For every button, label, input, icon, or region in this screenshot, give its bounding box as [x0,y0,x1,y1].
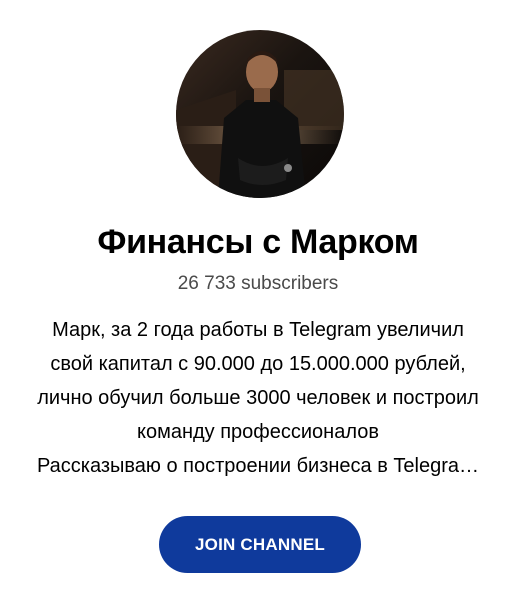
subscriber-count: 26 733 subscribers [177,273,339,294]
description-line: свой капитал с 90.000 до 15.000.000 рубл… [50,353,466,375]
channel-title: Финансы с Марком [97,223,419,261]
channel-avatar [176,30,344,198]
channel-description: Марк, за 2 года работы в Telegram увелич… [8,313,508,483]
description-line: команду профессионалов [136,421,379,443]
description-line: Рассказываю о построении бизнеса в Teleg… [36,455,480,477]
description-line: лично обучил больше 3000 человек и постр… [37,387,479,409]
join-channel-button[interactable]: JOIN CHANNEL [159,516,361,573]
channel-preview-card: Финансы с Марком 26 733 subscribers Марк… [0,0,516,594]
description-line: Марк, за 2 года работы в Telegram увелич… [52,319,464,341]
avatar-photo-icon [176,30,344,198]
